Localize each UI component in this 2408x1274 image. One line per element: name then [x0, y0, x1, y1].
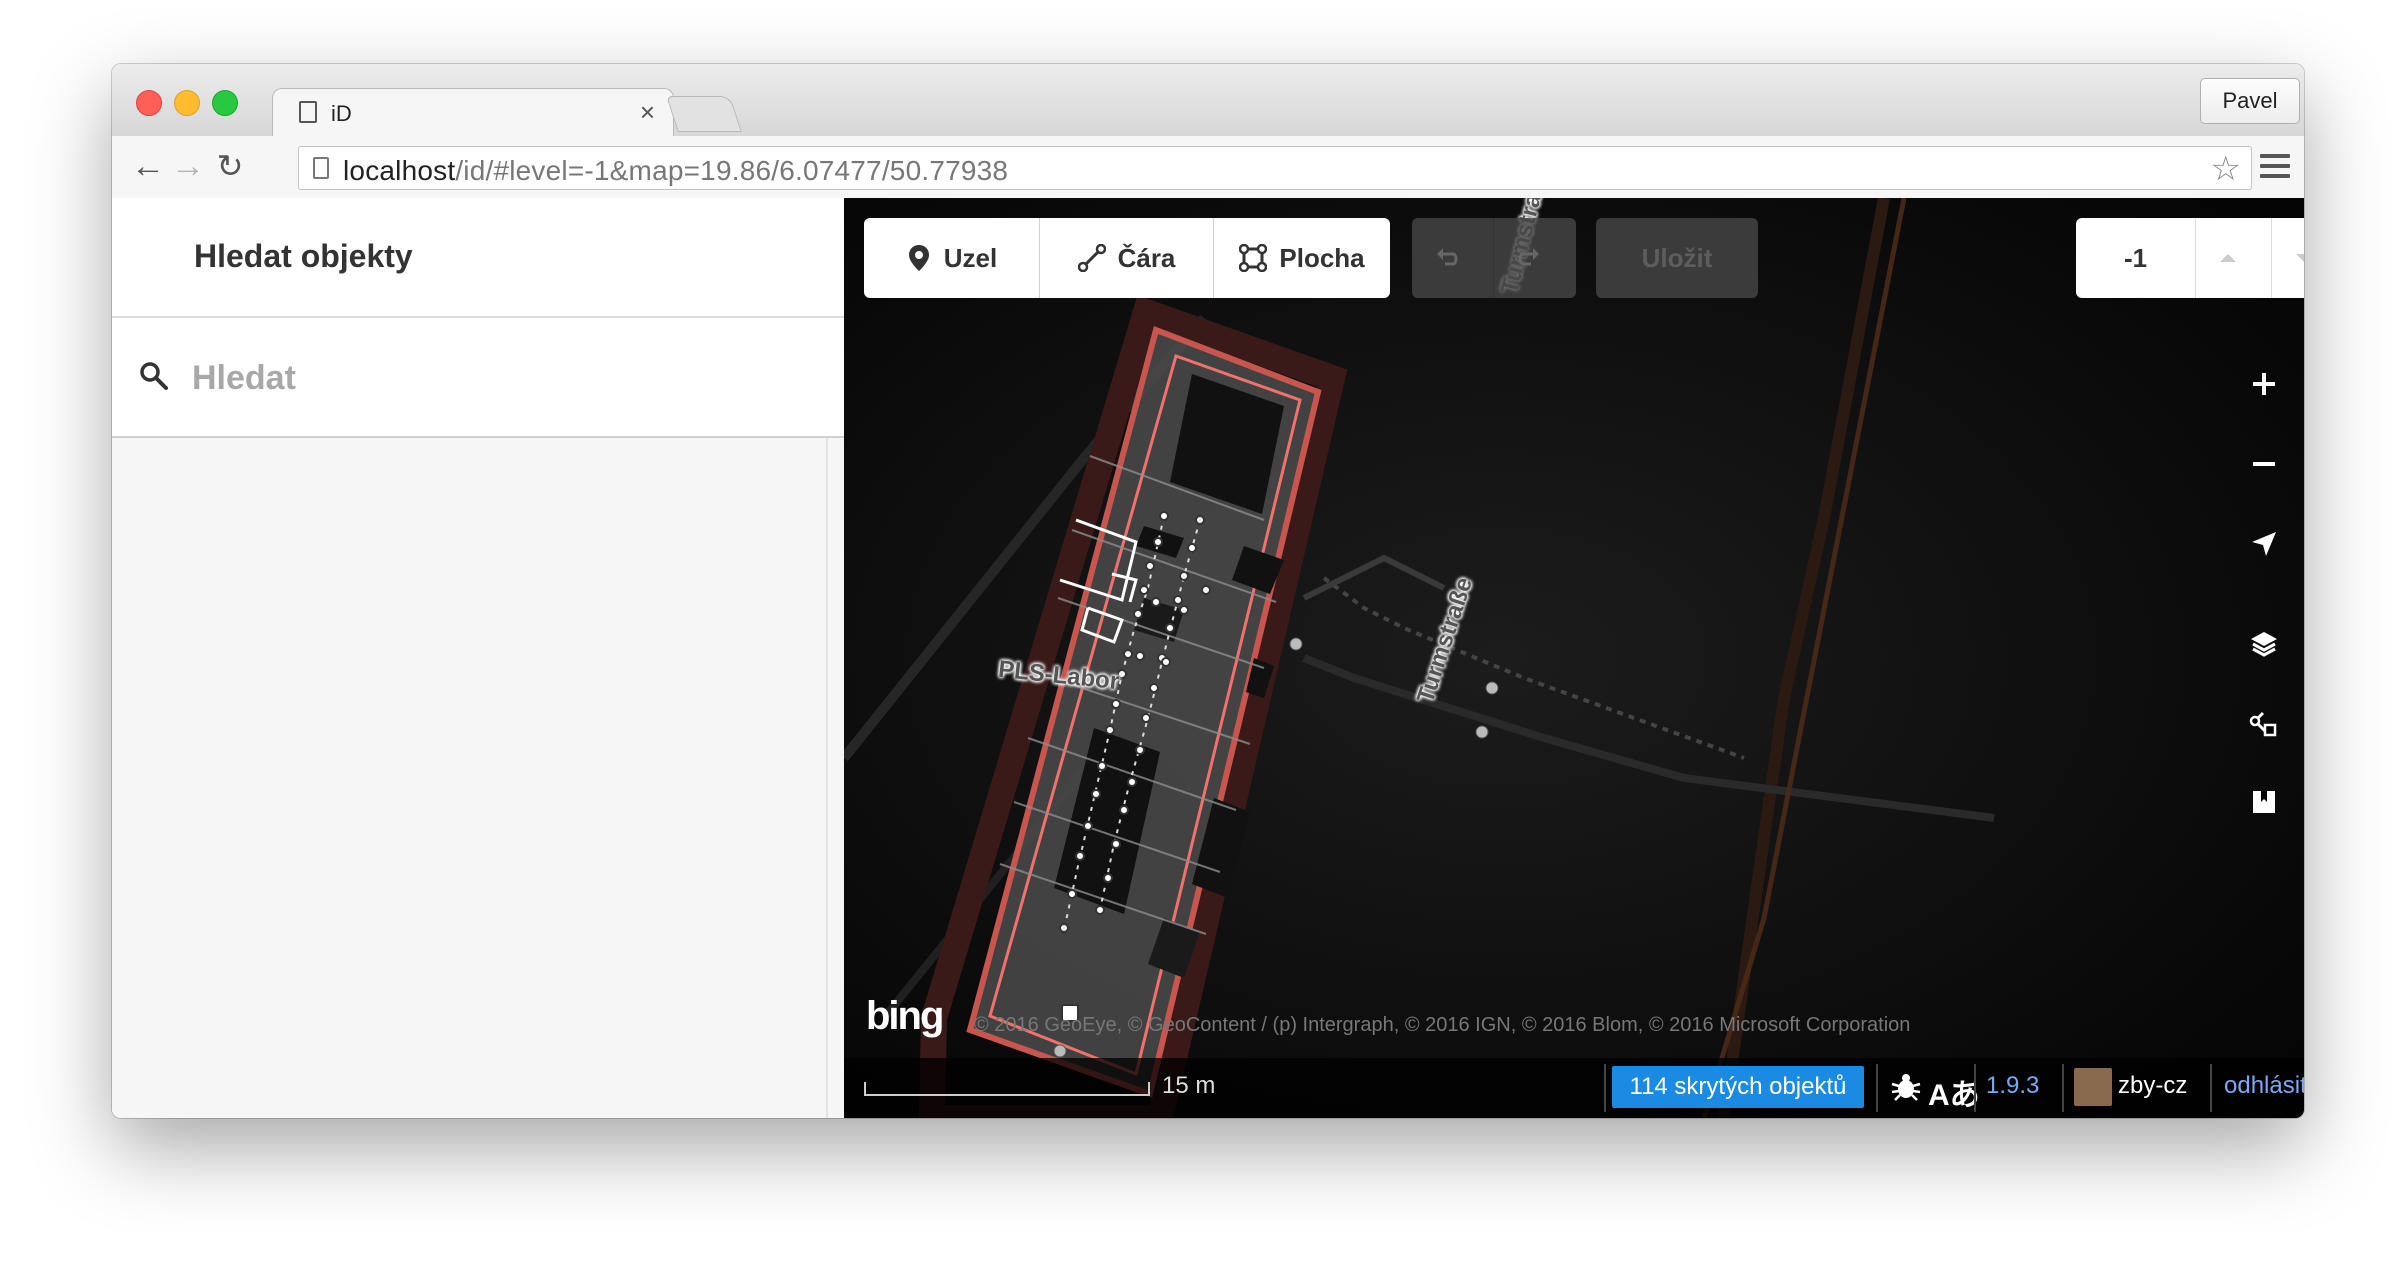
- tab-title: iD: [331, 101, 352, 126]
- back-button[interactable]: ←: [128, 146, 168, 186]
- add-point-label: Uzel: [943, 242, 998, 273]
- address-bar[interactable]: localhost/id/#level=-1&map=19.86/6.07477…: [298, 146, 2252, 190]
- bookmark-star-icon[interactable]: ☆: [2211, 149, 2241, 189]
- map-footer: 15 m 114 skrytých objektů Aあ 1.9.3 zby-c…: [844, 1058, 2304, 1118]
- add-area-label: Plocha: [1279, 242, 1365, 273]
- caret-down-icon: [2295, 254, 2304, 262]
- sidebar-title: Hledat objekty: [194, 238, 413, 274]
- redo-icon: [1518, 248, 1539, 266]
- profile-button[interactable]: Pavel: [2200, 78, 2300, 124]
- point-icon: [908, 245, 929, 271]
- bing-logo: bing: [866, 994, 944, 1038]
- document-icon: [299, 101, 317, 123]
- close-tab-icon[interactable]: ×: [640, 97, 655, 128]
- browser-window: iD × Pavel ← → ↻ localhost/id/#level=-1&…: [112, 64, 2304, 1118]
- location-arrow-icon: [2252, 532, 2276, 556]
- url-path: /id/#level=-1&map=19.86/6.07477/50.77938: [455, 155, 1009, 186]
- footer-divider: [1604, 1064, 1606, 1112]
- layers-icon: [2251, 632, 2277, 657]
- minimize-window-button[interactable]: [174, 90, 200, 116]
- area-icon: [1239, 244, 1268, 272]
- scale-bar: [864, 1082, 1150, 1096]
- reload-button[interactable]: ↻: [210, 146, 250, 186]
- translate-icon[interactable]: Aあ: [1928, 1070, 1980, 1114]
- search-results-list: [112, 438, 828, 1118]
- plus-icon: [2253, 373, 2275, 395]
- add-area-button[interactable]: Plocha: [1214, 218, 1390, 298]
- add-line-button[interactable]: Čára: [1040, 218, 1214, 298]
- level-down-button[interactable]: [2272, 218, 2304, 298]
- close-window-button[interactable]: [136, 90, 162, 116]
- map-data-button[interactable]: [2234, 694, 2294, 754]
- map-toolbar: Uzel Čára Plocha Uložit -1: [844, 198, 2304, 298]
- footer-divider: [1876, 1064, 1878, 1112]
- url-text: localhost/id/#level=-1&map=19.86/6.07477…: [343, 155, 1008, 187]
- new-tab-button[interactable]: [666, 96, 742, 132]
- search-input[interactable]: [190, 346, 814, 410]
- sidebar: Hledat objekty: [112, 198, 844, 1118]
- add-line-label: Čára: [1117, 242, 1176, 273]
- save-button[interactable]: Uložit: [1596, 218, 1758, 298]
- footer-divider: [1974, 1064, 1976, 1112]
- version-link[interactable]: 1.9.3: [1986, 1072, 2039, 1100]
- bug-icon[interactable]: [1890, 1070, 1922, 1102]
- zoom-out-button[interactable]: [2234, 434, 2294, 494]
- forward-button[interactable]: →: [168, 146, 208, 186]
- logout-link[interactable]: odhlásit: [2224, 1072, 2304, 1100]
- browser-toolbar: ← → ↻ localhost/id/#level=-1&map=19.86/6…: [112, 136, 2304, 199]
- tab-strip: iD × Pavel: [112, 64, 2304, 137]
- level-value[interactable]: -1: [2076, 218, 2196, 298]
- undo-button[interactable]: [1412, 218, 1494, 298]
- browser-tab[interactable]: iD ×: [272, 88, 674, 137]
- caret-up-icon: [2219, 254, 2236, 262]
- map-canvas[interactable]: PLS-Labor Turmstraße Turmstraße Uzel Čár…: [844, 198, 2304, 1118]
- footer-divider: [2210, 1064, 2212, 1112]
- scale-label: 15 m: [1162, 1072, 1216, 1099]
- footer-divider: [2062, 1064, 2064, 1112]
- avatar: [2074, 1068, 2112, 1106]
- user-name-link[interactable]: zby-cz: [2118, 1072, 2187, 1100]
- level-up-button[interactable]: [2196, 218, 2272, 298]
- help-button[interactable]: [2234, 772, 2294, 832]
- search-icon: [140, 362, 168, 390]
- undo-icon: [1436, 248, 1457, 266]
- line-icon: [1077, 244, 1106, 272]
- browser-menu-icon[interactable]: [2260, 154, 2290, 180]
- search-bar: [112, 318, 844, 438]
- map-data-icon: [2249, 711, 2277, 737]
- imagery-attribution: © 2016 GeoEye, © GeoContent / (p) Interg…: [974, 1014, 1911, 1036]
- page-icon: [313, 157, 329, 179]
- background-layers-button[interactable]: [2234, 614, 2294, 674]
- map-imagery: [844, 198, 2304, 1118]
- add-point-button[interactable]: Uzel: [864, 218, 1040, 298]
- redo-button[interactable]: [1494, 218, 1576, 298]
- hidden-features-badge[interactable]: 114 skrytých objektů: [1612, 1066, 1864, 1108]
- url-host: localhost: [343, 155, 456, 186]
- geolocate-button[interactable]: [2234, 514, 2294, 574]
- minus-icon: [2253, 462, 2275, 466]
- sidebar-header: Hledat objekty: [112, 198, 844, 318]
- zoom-in-button[interactable]: [2234, 354, 2294, 414]
- book-icon: [2253, 791, 2275, 813]
- zoom-window-button[interactable]: [212, 90, 238, 116]
